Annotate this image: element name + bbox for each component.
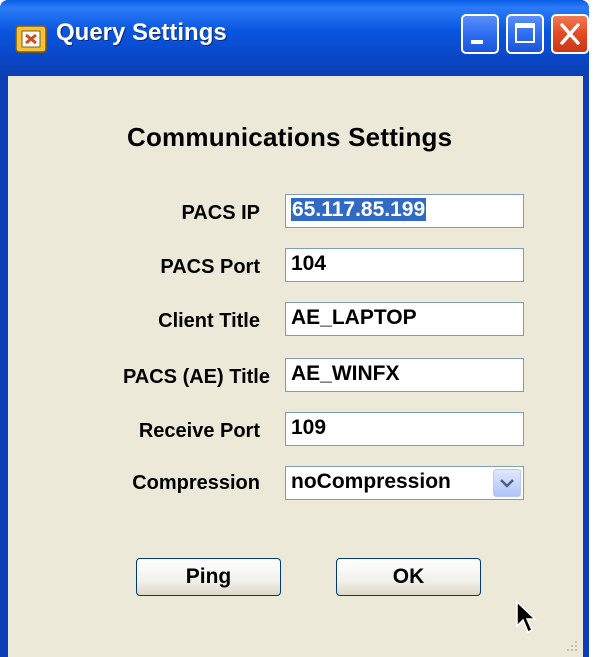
dialog-client-area: Communications Settings PACS IP 65.117.8… [8,76,583,657]
section-heading: Communications Settings [127,122,453,152]
pacs-ip-label: PACS IP [181,202,260,224]
compression-label: Compression [132,472,260,494]
pacs-ip-input[interactable]: 65.117.85.199 [285,194,524,228]
pacs-ae-title-label: PACS (AE) Title [122,366,270,388]
pacs-port-label: PACS Port [160,256,260,278]
minimize-icon [471,40,483,44]
pacs-ae-title-input[interactable]: AE_WINFX [285,358,524,392]
app-icon [15,25,47,53]
maximize-button[interactable] [506,14,544,54]
receive-port-label: Receive Port [138,420,260,442]
maximize-icon [515,23,535,43]
compression-value: noCompression [291,470,451,493]
ping-button[interactable]: Ping [136,558,281,596]
ok-button[interactable]: OK [336,558,481,596]
chevron-down-icon [500,479,514,488]
client-title-input[interactable]: AE_LAPTOP [285,302,524,336]
minimize-button[interactable] [461,14,499,54]
query-settings-window: Query Settings Communications Settings P… [0,0,589,657]
pacs-port-input[interactable]: 104 [285,248,524,282]
client-title-label: Client Title [158,310,260,332]
mouse-cursor-icon [516,600,537,634]
title-bar[interactable]: Query Settings [0,0,589,76]
pacs-ip-value: 65.117.85.199 [291,198,427,221]
window-title: Query Settings [56,19,227,46]
receive-port-input[interactable]: 109 [285,412,524,446]
compression-select[interactable]: noCompression [285,466,524,500]
close-button[interactable] [551,14,589,54]
resize-grip-icon[interactable] [565,639,579,653]
dropdown-button[interactable] [493,469,521,497]
close-icon [560,23,580,45]
